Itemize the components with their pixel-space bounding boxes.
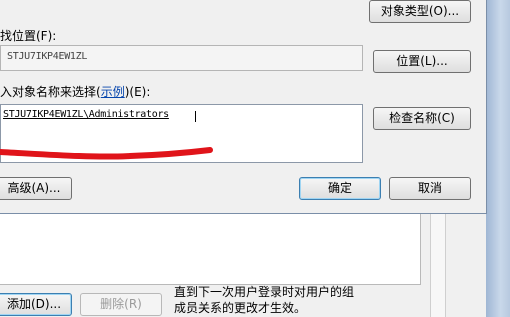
location-label: 找位置(F):: [0, 29, 57, 43]
red-annotation-stroke: [0, 147, 213, 160]
locations-button[interactable]: 位置(L)...: [373, 50, 471, 73]
notice-line-2: 成员关系的更改才生效。: [174, 301, 307, 315]
object-names-label: 入对象名称来选择(示例)(E):: [0, 83, 150, 100]
cancel-button[interactable]: 取消: [389, 177, 471, 200]
object-names-value: STJU7IKP4EW1ZL\Administrators: [3, 109, 169, 120]
remove-button: 删除(R): [80, 293, 162, 316]
scrollbar[interactable]: [430, 214, 446, 317]
location-field: STJU7IKP4EW1ZL: [0, 45, 363, 71]
object-names-label-suffix: )(E):: [124, 85, 151, 99]
examples-link[interactable]: 示例: [101, 85, 125, 99]
notice-line-1: 直到下一次用户登录时对用户的组: [174, 285, 355, 299]
window-frame: [486, 0, 510, 317]
object-types-button[interactable]: 对象类型(O)...: [369, 0, 471, 23]
select-users-or-groups-dialog: 对象类型(O)... 找位置(F): STJU7IKP4EW1ZL 位置(L).…: [0, 0, 487, 214]
location-value: STJU7IKP4EW1ZL: [7, 51, 88, 62]
advanced-button[interactable]: 高级(A)...: [0, 177, 72, 200]
notice-text: 直到下一次用户登录时对用户的组 成员关系的更改才生效。: [174, 284, 354, 316]
ok-button[interactable]: 确定: [299, 177, 381, 200]
add-button[interactable]: 添加(D)...: [0, 293, 72, 316]
text-caret: [195, 111, 196, 122]
check-names-button[interactable]: 检查名称(C): [373, 107, 471, 130]
members-list: [0, 214, 421, 285]
object-names-label-text: 入对象名称来选择(: [0, 85, 101, 99]
